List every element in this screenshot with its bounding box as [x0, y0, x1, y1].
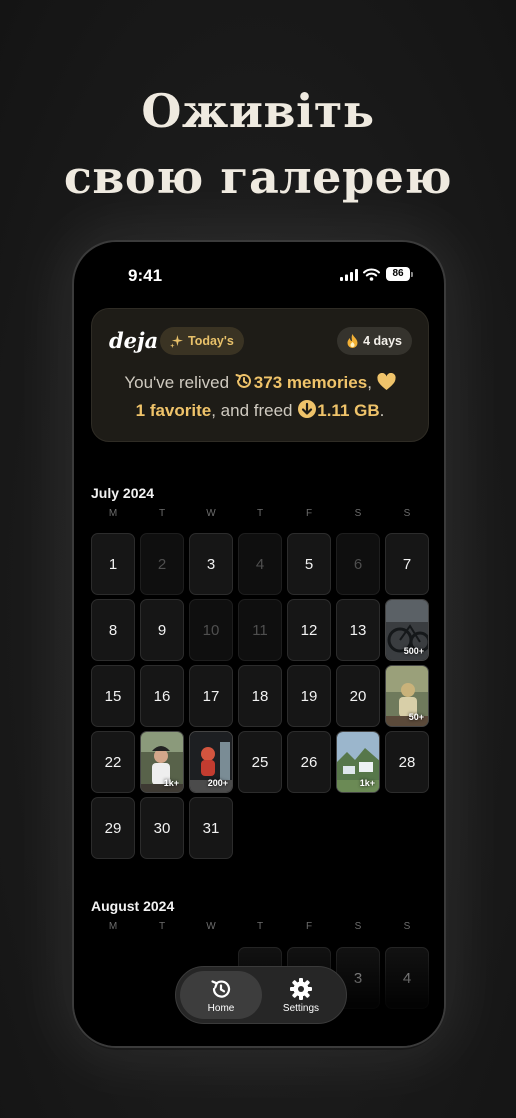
tab-home[interactable]: Home [180, 971, 262, 1019]
app-logo: deja [109, 328, 159, 353]
calendar-day-10[interactable]: 10 [189, 599, 233, 661]
summary-period: . [379, 401, 385, 420]
calendar-day-21[interactable]: 50+ [385, 665, 429, 727]
summary-text: You've relived 373 memories, 1 favorite,… [102, 369, 418, 425]
cellular-signal-icon [340, 269, 358, 281]
calendar-day-23[interactable]: 1k+ [140, 731, 184, 793]
summary-card[interactable]: deja Today's 4 days You've relived 373 m… [91, 308, 429, 442]
weekday-header-july: M T W T F S S [91, 508, 429, 522]
calendar-day-18[interactable]: 18 [238, 665, 282, 727]
calendar-day-20[interactable]: 20 [336, 665, 380, 727]
month-title-july: July 2024 [91, 485, 155, 501]
streak-label: 4 days [363, 334, 402, 348]
calendar-day-13[interactable]: 13 [336, 599, 380, 661]
calendar-day-7[interactable]: 7 [385, 533, 429, 595]
history-icon [235, 373, 251, 388]
photo-count-badge: 1k+ [359, 778, 375, 788]
calendar-day-8[interactable]: 8 [91, 599, 135, 661]
freed-storage: 1.11 GB [317, 401, 380, 420]
calendar-day-5[interactable]: 5 [287, 533, 331, 595]
summary-mid: , and freed [211, 401, 293, 420]
summary-comma: , [367, 373, 372, 392]
calendar-day-9[interactable]: 9 [140, 599, 184, 661]
headline-line-2: свою галерею [63, 150, 453, 204]
sparkle-icon [170, 334, 183, 348]
calendar-day-3[interactable]: 3 [189, 533, 233, 595]
calendar-day-6[interactable]: 6 [336, 533, 380, 595]
gear-icon [290, 978, 312, 1000]
headline: Оживіть свою галерею [0, 78, 516, 210]
calendar-day-15[interactable]: 15 [91, 665, 135, 727]
streak-badge[interactable]: 4 days [337, 327, 412, 355]
calendar-day-12[interactable]: 12 [287, 599, 331, 661]
weekday-label: T [158, 508, 166, 519]
todays-label: Today's [188, 334, 234, 348]
calendar-day-29[interactable]: 29 [91, 797, 135, 859]
status-bar: 9:41 86 [74, 242, 444, 302]
calendar-day-17[interactable]: 17 [189, 665, 233, 727]
status-time: 9:41 [128, 266, 163, 285]
calendar-day-4[interactable]: 4 [238, 533, 282, 595]
flame-icon [347, 334, 358, 348]
favorites-count: 1 favorite [135, 401, 212, 420]
photo-count-badge: 1k+ [163, 778, 179, 788]
download-circle-icon [298, 400, 317, 418]
weekday-label: M [108, 921, 118, 932]
calendar-day-22[interactable]: 22 [91, 731, 135, 793]
weekday-label: S [354, 921, 362, 932]
calendar-day-24[interactable]: 200+ [189, 731, 233, 793]
headline-line-1: Оживіть [141, 84, 375, 138]
photo-count-badge: 500+ [403, 646, 424, 656]
photo-count-badge: 50+ [408, 712, 424, 722]
weekday-label: F [305, 921, 313, 932]
battery-indicator: 86 [386, 267, 410, 281]
calendar-day-1[interactable]: 1 [91, 533, 135, 595]
weekday-label: M [108, 508, 118, 519]
calendar-day-26[interactable]: 26 [287, 731, 331, 793]
weekday-label: T [256, 508, 264, 519]
calendar-day-27[interactable]: 1k+ [336, 731, 380, 793]
weekday-label: T [158, 921, 166, 932]
calendar-day-25[interactable]: 25 [238, 731, 282, 793]
weekday-label: S [403, 508, 411, 519]
todays-button[interactable]: Today's [160, 327, 244, 355]
calendar-day-31[interactable]: 31 [189, 797, 233, 859]
calendar-day-14[interactable]: 500+ [385, 599, 429, 661]
calendar-day-19[interactable]: 19 [287, 665, 331, 727]
photo-count-badge: 200+ [207, 778, 228, 788]
heart-icon [377, 373, 396, 390]
weekday-label: S [354, 508, 362, 519]
wifi-icon [363, 268, 380, 281]
month-title-august: August 2024 [91, 898, 175, 914]
history-icon [211, 980, 231, 998]
tab-home-label: Home [207, 1003, 235, 1014]
weekday-label: W [206, 921, 216, 932]
weekday-label: S [403, 921, 411, 932]
calendar-day-11[interactable]: 11 [238, 599, 282, 661]
weekday-label: W [206, 508, 216, 519]
tab-settings-label: Settings [282, 1003, 320, 1014]
summary-prefix: You've relived [124, 373, 230, 392]
weekday-label: F [305, 508, 313, 519]
weekday-label: T [256, 921, 264, 932]
tab-settings[interactable]: Settings [260, 971, 342, 1019]
calendar-day-28[interactable]: 28 [385, 731, 429, 793]
battery-tip [411, 272, 413, 277]
calendar-day-2[interactable]: 2 [140, 533, 184, 595]
calendar-day-16[interactable]: 16 [140, 665, 184, 727]
phone-frame: 9:41 86 deja Today's 4 days You've reliv… [72, 240, 446, 1048]
tab-bar: Home Settings [175, 966, 347, 1024]
memories-count: 373 memories [253, 373, 368, 392]
calendar-day-30[interactable]: 30 [140, 797, 184, 859]
